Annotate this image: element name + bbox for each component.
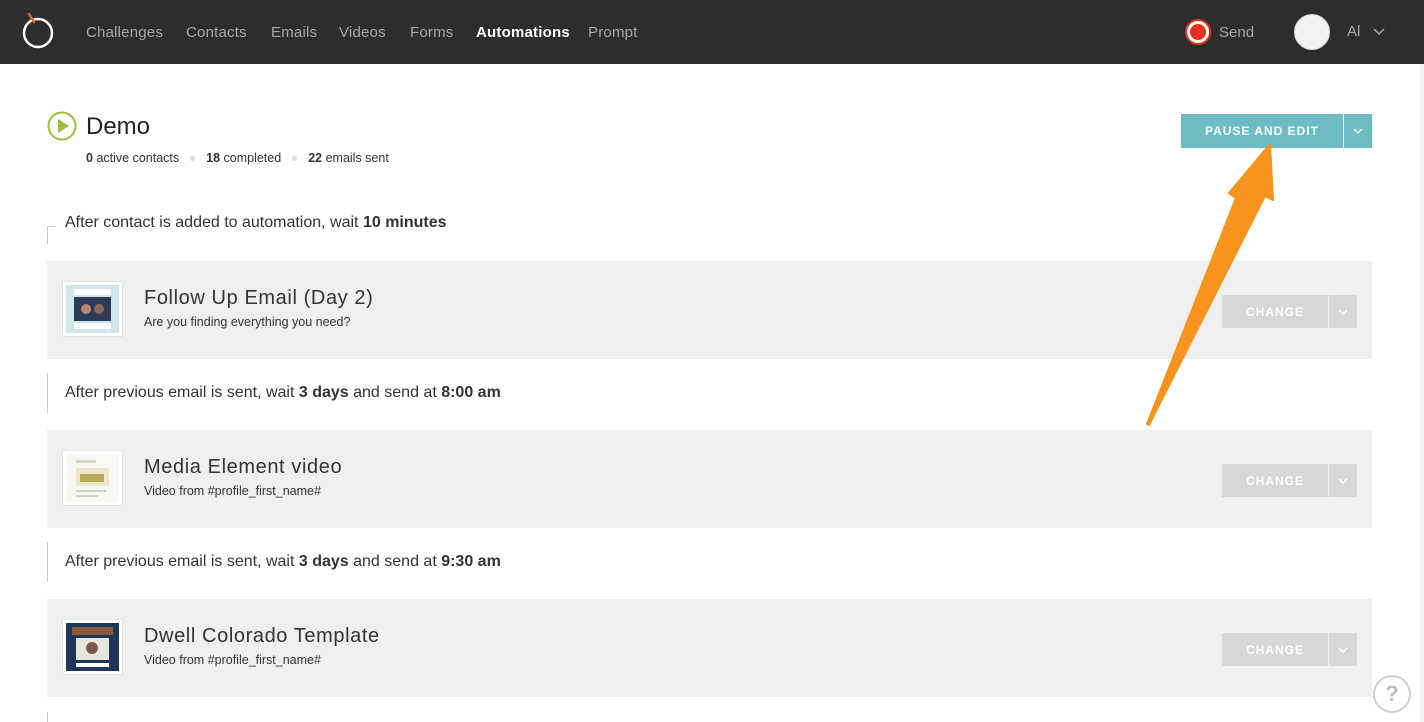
nav-item-prompt[interactable]: Prompt [588, 24, 638, 41]
chevron-down-icon [1338, 477, 1348, 484]
change-button[interactable]: CHANGE [1222, 464, 1328, 497]
chevron-down-icon [1353, 128, 1363, 135]
email-step-card: Dwell Colorado Template Video from #prof… [47, 599, 1372, 697]
email-preview-image [66, 623, 119, 671]
separator-dot [190, 155, 196, 161]
app-logo-icon[interactable] [20, 10, 56, 50]
email-thumbnail [62, 450, 123, 506]
emails-sent-count: 22 [308, 151, 323, 165]
send-time: 8:00 am [441, 384, 501, 401]
nav-item-automations[interactable]: Automations [476, 24, 570, 41]
email-preview-image [66, 285, 119, 333]
automation-title: Demo [86, 113, 151, 140]
emails-sent-label: emails sent [325, 151, 389, 165]
timeline-connector [47, 373, 55, 413]
email-subject: Video from #profile_first_name# [144, 653, 321, 667]
wait-middle: and send at [348, 553, 442, 570]
email-preview-image [66, 454, 119, 502]
chevron-down-icon [1338, 308, 1348, 315]
wait-step: After previous email is sent, wait 3 day… [47, 542, 947, 582]
send-label: Send [1219, 23, 1255, 41]
help-button[interactable]: ? [1373, 675, 1411, 713]
user-avatar[interactable] [1294, 14, 1330, 50]
wait-duration: 3 days [298, 553, 349, 570]
email-step-card: Follow Up Email (Day 2) Are you finding … [47, 261, 1372, 359]
change-options-dropdown[interactable] [1329, 295, 1357, 328]
active-contacts-count: 0 [86, 151, 93, 165]
wait-prefix: After previous email is sent, wait [65, 553, 299, 570]
email-thumbnail [62, 619, 123, 675]
user-name[interactable]: Al [1347, 23, 1360, 40]
nav-item-forms[interactable]: Forms [410, 24, 454, 41]
pause-options-dropdown[interactable] [1344, 114, 1372, 148]
nav-item-videos[interactable]: Videos [339, 24, 386, 41]
wait-duration: 3 days [298, 384, 349, 401]
nav-item-contacts[interactable]: Contacts [186, 24, 247, 41]
change-options-dropdown[interactable] [1329, 633, 1357, 666]
completed-label: completed [223, 151, 282, 165]
wait-description: After contact is added to automation, wa… [65, 214, 447, 232]
timeline-connector [47, 226, 55, 244]
email-title[interactable]: Dwell Colorado Template [144, 625, 380, 648]
chevron-down-icon [1338, 646, 1348, 653]
email-title[interactable]: Media Element video [144, 456, 342, 479]
automation-stats: 0 active contacts 18 completed 22 emails… [86, 151, 389, 165]
change-button[interactable]: CHANGE [1222, 295, 1328, 328]
timeline-connector [47, 542, 55, 582]
play-icon [47, 111, 77, 141]
email-subject: Video from #profile_first_name# [144, 484, 321, 498]
wait-prefix: After previous email is sent, wait [65, 384, 299, 401]
top-navigation-bar: Challenges Contacts Emails Videos Forms … [0, 0, 1424, 64]
nav-item-emails[interactable]: Emails [271, 24, 317, 41]
active-contacts-label: active contacts [96, 151, 180, 165]
email-step-card: Media Element video Video from #profile_… [47, 430, 1372, 528]
change-options-dropdown[interactable] [1329, 464, 1357, 497]
timeline-connector [47, 712, 48, 722]
email-title[interactable]: Follow Up Email (Day 2) [144, 287, 373, 310]
chevron-down-icon[interactable] [1372, 24, 1386, 38]
completed-count: 18 [206, 151, 221, 165]
record-icon [1187, 21, 1209, 43]
change-button[interactable]: CHANGE [1222, 633, 1328, 666]
email-subject: Are you finding everything you need? [144, 315, 351, 329]
scrollbar-track[interactable] [1420, 64, 1424, 722]
pause-and-edit-button[interactable]: PAUSE AND EDIT [1181, 114, 1343, 148]
separator-dot [292, 155, 298, 161]
wait-duration: 10 minutes [362, 214, 447, 231]
wait-step: After previous email is sent, wait 3 day… [47, 373, 947, 413]
wait-description: After previous email is sent, wait 3 day… [65, 553, 501, 571]
wait-step: After contact is added to automation, wa… [47, 210, 947, 250]
send-button[interactable]: Send [1185, 20, 1254, 44]
wait-prefix: After contact is added to automation, wa… [65, 214, 363, 231]
email-thumbnail [62, 281, 123, 337]
nav-item-challenges[interactable]: Challenges [86, 24, 163, 41]
wait-middle: and send at [348, 384, 442, 401]
send-time: 9:30 am [441, 553, 501, 570]
wait-description: After previous email is sent, wait 3 day… [65, 384, 501, 402]
